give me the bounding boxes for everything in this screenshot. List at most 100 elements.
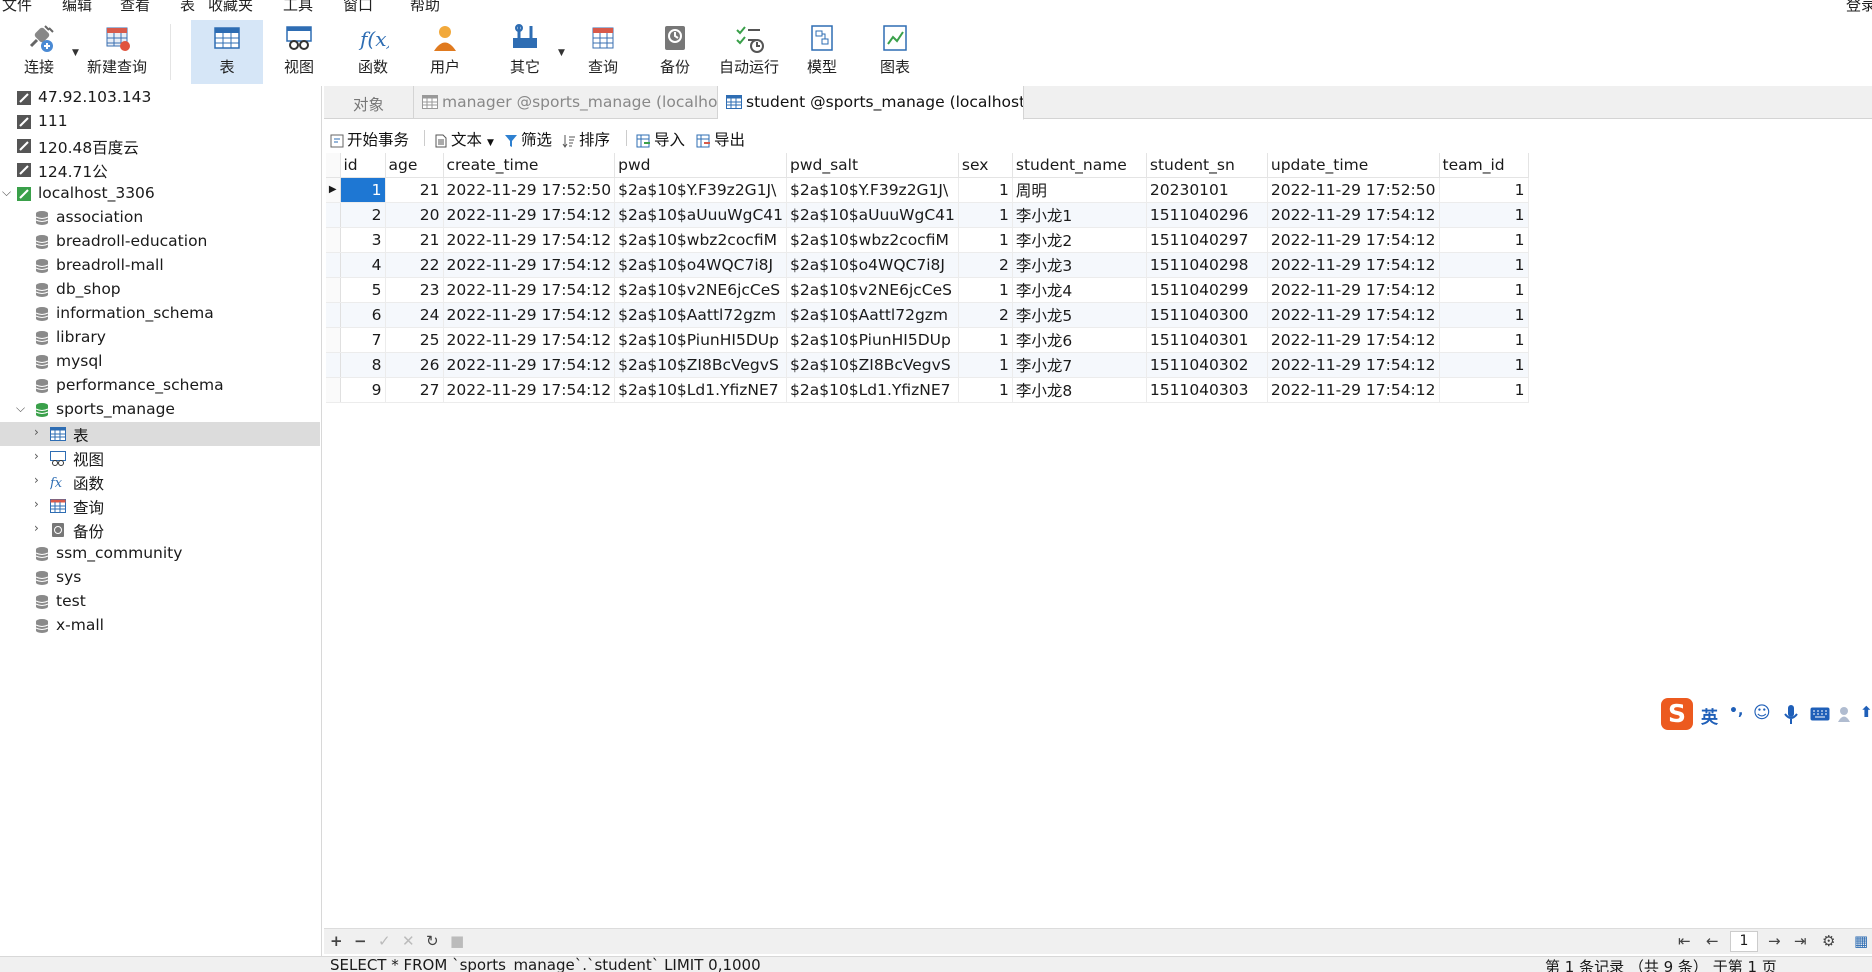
table-cell[interactable]: 李小龙2: [1012, 227, 1147, 253]
row-marker[interactable]: [326, 377, 341, 403]
row-marker[interactable]: [326, 302, 341, 328]
row-marker[interactable]: [326, 277, 341, 303]
table-cell[interactable]: 2022-11-29 17:54:12: [443, 277, 616, 303]
add-record-button[interactable]: +: [330, 932, 343, 950]
table-cell[interactable]: 1511040297: [1146, 227, 1268, 253]
prev-page-icon[interactable]: ←: [1706, 932, 1719, 950]
menu-login[interactable]: 登录: [1846, 0, 1872, 14]
table-cell[interactable]: 1: [1439, 352, 1529, 378]
table-cell[interactable]: 1: [1439, 202, 1529, 228]
column-header[interactable]: update_time: [1267, 153, 1440, 178]
menu-edit[interactable]: 编辑: [62, 0, 92, 14]
table-cell[interactable]: 李小龙8: [1012, 377, 1147, 403]
row-marker[interactable]: ▶: [326, 177, 341, 203]
page-number-input[interactable]: 1: [1730, 931, 1758, 952]
table-cell[interactable]: 4: [340, 252, 386, 278]
table-cell[interactable]: 周明: [1012, 177, 1147, 203]
column-header[interactable]: pwd: [614, 153, 787, 178]
table-cell[interactable]: 20230101: [1146, 177, 1268, 203]
grid-view-icon[interactable]: ▦: [1854, 932, 1868, 950]
table-cell[interactable]: 21: [385, 177, 444, 203]
table-cell[interactable]: $2a$10$o4WQC7i8J: [614, 252, 787, 278]
table-cell[interactable]: 1: [958, 352, 1013, 378]
function-button[interactable]: f(x) 函数: [338, 20, 408, 84]
table-cell[interactable]: 2022-11-29 17:54:12: [443, 202, 616, 228]
table-cell[interactable]: 1: [1439, 277, 1529, 303]
chart-button[interactable]: 图表: [860, 20, 930, 84]
table-cell[interactable]: 1511040301: [1146, 327, 1268, 353]
connect-dropdown-arrow[interactable]: ▼: [72, 48, 79, 58]
table-cell[interactable]: 2022-11-29 17:54:12: [443, 377, 616, 403]
last-page-icon[interactable]: ⇥: [1794, 932, 1807, 950]
chevron-right-icon[interactable]: ›: [34, 449, 39, 463]
apply-changes-button[interactable]: ✓: [378, 932, 391, 950]
sidebar-database[interactable]: performance_schema: [0, 374, 320, 398]
table-cell[interactable]: $2a$10$Ld1.YfizNE7: [614, 377, 787, 403]
row-marker[interactable]: [326, 202, 341, 228]
chevron-down-icon[interactable]: ⌵: [2, 185, 11, 200]
table-cell[interactable]: 1: [958, 227, 1013, 253]
table-cell[interactable]: 9: [340, 377, 386, 403]
menu-view[interactable]: 查看: [120, 0, 150, 14]
column-header[interactable]: team_id: [1439, 153, 1529, 178]
autorun-button[interactable]: 自动运行: [712, 20, 786, 84]
table-cell[interactable]: 李小龙5: [1012, 302, 1147, 328]
table-cell[interactable]: 2: [958, 302, 1013, 328]
ime-more-icon[interactable]: ⬆: [1860, 703, 1872, 721]
column-header[interactable]: sex: [958, 153, 1013, 178]
table-row[interactable]: 9 27 2022-11-29 17:54:12 $2a$10$Ld1.YfizNE7…: [326, 377, 1529, 403]
column-header[interactable]: student_sn: [1146, 153, 1268, 178]
emoji-icon[interactable]: ☺: [1753, 703, 1771, 723]
delete-record-button[interactable]: −: [354, 932, 367, 950]
table-cell[interactable]: 21: [385, 227, 444, 253]
table-cell[interactable]: 2022-11-29 17:54:12: [443, 327, 616, 353]
tab-manager[interactable]: manager @sports_manage (localhos...: [414, 86, 718, 119]
sidebar-object-group[interactable]: › fx 函数: [0, 470, 320, 494]
table-cell[interactable]: 2022-11-29 17:54:12: [443, 227, 616, 253]
table-cell[interactable]: 1511040302: [1146, 352, 1268, 378]
table-cell[interactable]: 2022-11-29 17:54:12: [443, 352, 616, 378]
table-cell[interactable]: 1511040296: [1146, 202, 1268, 228]
table-cell[interactable]: 2022-11-29 17:54:12: [1267, 252, 1440, 278]
data-grid[interactable]: id age create_time pwd pwd_salt sex student_na…: [326, 153, 1529, 403]
sidebar-database[interactable]: breadroll-education: [0, 230, 320, 254]
other-button[interactable]: 其它: [490, 20, 560, 84]
row-marker[interactable]: [326, 327, 341, 353]
tab-objects[interactable]: 对象: [324, 86, 414, 119]
gear-icon[interactable]: ⚙: [1822, 932, 1835, 950]
row-marker[interactable]: [326, 252, 341, 278]
table-cell[interactable]: $2a$10$Ld1.YfizNE7: [786, 377, 959, 403]
table-button[interactable]: 表: [191, 20, 263, 84]
sidebar-connection[interactable]: 47.92.103.143: [0, 86, 320, 110]
tab-student[interactable]: student @sports_manage (localhost...: [718, 86, 1024, 120]
table-cell[interactable]: $2a$10$ZI8BcVegvS: [786, 352, 959, 378]
sidebar-connection[interactable]: 124.71公: [0, 158, 320, 182]
table-row[interactable]: ▶ 1 21 2022-11-29 17:52:50 $2a$10$Y.F39z2G1J…: [326, 177, 1529, 203]
view-button[interactable]: 视图: [264, 20, 334, 84]
table-cell[interactable]: 李小龙7: [1012, 352, 1147, 378]
table-cell[interactable]: 1: [958, 277, 1013, 303]
sidebar-database[interactable]: sys: [0, 566, 320, 590]
table-cell[interactable]: 1511040298: [1146, 252, 1268, 278]
user-button[interactable]: 用户: [410, 20, 480, 84]
sidebar-database[interactable]: mysql: [0, 350, 320, 374]
table-cell[interactable]: 李小龙3: [1012, 252, 1147, 278]
sidebar-database[interactable]: test: [0, 590, 320, 614]
menu-window[interactable]: 窗口: [343, 0, 373, 14]
row-marker[interactable]: [326, 227, 341, 253]
table-cell[interactable]: $2a$10$aUuuWgC41: [786, 202, 959, 228]
table-cell[interactable]: 2022-11-29 17:52:50: [1267, 177, 1440, 203]
skin-icon[interactable]: [1838, 705, 1856, 723]
menu-favorites[interactable]: 收藏夹: [208, 0, 253, 14]
sidebar-connection[interactable]: 120.48百度云: [0, 134, 320, 158]
row-marker[interactable]: [326, 352, 341, 378]
refresh-icon[interactable]: ↻: [426, 932, 439, 950]
table-cell[interactable]: 7: [340, 327, 386, 353]
ime-language-toggle[interactable]: 英: [1701, 703, 1718, 728]
model-button[interactable]: 模型: [787, 20, 857, 84]
table-row[interactable]: 2 20 2022-11-29 17:54:12 $2a$10$aUuuWgC41 $2…: [326, 202, 1529, 228]
table-cell[interactable]: 1: [958, 377, 1013, 403]
sidebar-database[interactable]: information_schema: [0, 302, 320, 326]
discard-changes-button[interactable]: ✕: [402, 932, 415, 950]
table-cell[interactable]: 2022-11-29 17:54:12: [443, 252, 616, 278]
